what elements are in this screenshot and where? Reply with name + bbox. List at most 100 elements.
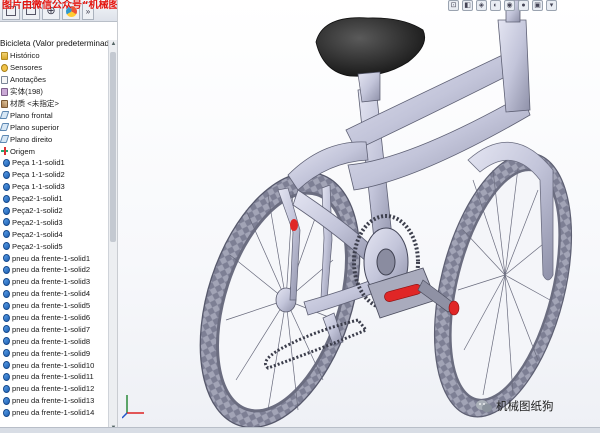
section-view-icon[interactable]: ◧: [462, 0, 473, 11]
tree-item[interactable]: Peça2-1-solid5: [0, 240, 108, 252]
tree-item[interactable]: pneu da frente-1-solid7: [0, 323, 108, 335]
solid-bodies-icon: [1, 87, 8, 96]
heads-up-toolbar[interactable]: ⊡ ◧ ◈ ◐ ◉ ● ▣ ▾: [448, 0, 568, 12]
tree-item-label: Peça2-1-solid5: [12, 241, 63, 251]
tree-item[interactable]: Plano direito: [0, 133, 108, 145]
tree-item[interactable]: pneu da frente-1-solid14: [0, 407, 108, 419]
tree-item-label: pneu da frente-1-solid8: [12, 336, 91, 346]
tree-item[interactable]: pneu da frente-1-solid9: [0, 347, 108, 359]
tree-item[interactable]: 材质 <未指定>: [0, 98, 108, 110]
tree-item[interactable]: pneu da frente-1-solid2: [0, 264, 108, 276]
feature-tree: Histórico Sensores Anotações 实体(198) 材质 <未指定…: [0, 50, 108, 433]
tree-item[interactable]: Histórico: [0, 50, 108, 62]
tree-item-label: 实体(198): [10, 87, 43, 97]
sensor-icon: [1, 63, 8, 72]
solidworks-window: ⊡ ◧ ◈ ◐ ◉ ● ▣ ▾ ⊕ » 图片由微信公众号“机械图纸狗”发布 Bi…: [0, 0, 600, 433]
display-style-icon[interactable]: ◐: [490, 0, 501, 11]
plane-icon: [0, 111, 10, 120]
saddle[interactable]: [315, 17, 426, 103]
body-icon: [3, 337, 10, 346]
tree-item[interactable]: Peça 1-1-solid3: [0, 181, 108, 193]
tree-item[interactable]: Peça2-1-solid2: [0, 205, 108, 217]
wechat-icon: [476, 399, 492, 412]
view-orientation-icon[interactable]: ◈: [476, 0, 487, 11]
feature-manager-panel: ⊕ » 图片由微信公众号“机械图纸狗”发布 Bicicleta (Valor p…: [0, 0, 118, 433]
scroll-up-arrow-icon[interactable]: ▲: [109, 40, 117, 49]
tree-item[interactable]: Anotações: [0, 74, 108, 86]
zoom-fit-icon[interactable]: ⊡: [448, 0, 459, 11]
tree-item-label: pneu da frente-1-solid13: [12, 396, 95, 406]
body-icon: [3, 230, 10, 239]
tree-item[interactable]: Plano frontal: [0, 109, 108, 121]
tree-item-label: Histórico: [10, 51, 40, 61]
body-icon: [3, 301, 10, 310]
tree-item[interactable]: pneu da frente-1-solid5: [0, 300, 108, 312]
body-icon: [3, 158, 10, 167]
tree-item[interactable]: pneu da frente-1-solid3: [0, 276, 108, 288]
tree-item[interactable]: pneu da frente-1-solid1: [0, 252, 108, 264]
scene-icon[interactable]: ▣: [532, 0, 543, 11]
tree-item-label: Sensores: [10, 63, 43, 73]
graphics-viewport[interactable]: ⊡ ◧ ◈ ◐ ◉ ● ▣ ▾: [118, 0, 600, 433]
tree-item-label: Peça 1-1-solid2: [12, 170, 65, 180]
tree-item-label: Peça2-1-solid4: [12, 229, 63, 239]
body-icon: [3, 277, 10, 286]
tree-item[interactable]: Plano superior: [0, 121, 108, 133]
bicycle-model[interactable]: [118, 0, 600, 433]
reflector: [290, 219, 298, 231]
tree-item-label: Peça2-1-solid2: [12, 206, 63, 216]
tree-item[interactable]: 实体(198): [0, 86, 108, 98]
hide-show-icon[interactable]: ◉: [504, 0, 515, 11]
origin-icon: [1, 147, 8, 156]
tree-item-label: pneu da frente-1-solid11: [12, 372, 94, 382]
tree-item[interactable]: pneu da frente-1-solid6: [0, 312, 108, 324]
tree-item-label: pneu da frente-1-solid9: [12, 348, 91, 358]
body-icon: [3, 218, 10, 227]
body-icon: [3, 408, 10, 417]
tree-item-label: Plano direito: [10, 134, 53, 144]
scroll-thumb[interactable]: [110, 52, 116, 242]
body-icon: [3, 206, 10, 215]
status-bar: [0, 427, 600, 433]
tree-root-label: Bicicleta (Valor predeterminado<<: [0, 39, 118, 48]
tree-item-label: pneu da frente-1-solid14: [12, 408, 95, 418]
tree-item[interactable]: Sensores: [0, 62, 108, 74]
tree-item-label: Plano superior: [10, 122, 59, 132]
tree-item[interactable]: Peça2-1-solid4: [0, 228, 108, 240]
body-icon: [3, 325, 10, 334]
body-icon: [3, 170, 10, 179]
tree-item-label: pneu da frente-1-solid2: [12, 265, 91, 275]
body-icon: [3, 349, 10, 358]
appearance-icon[interactable]: ●: [518, 0, 529, 11]
tree-item-label: pneu da frente-1-solid12: [12, 384, 95, 394]
tree-item[interactable]: Peça 1-1-solid2: [0, 169, 108, 181]
tree-item-label: pneu da frente-1-solid5: [12, 301, 91, 311]
body-icon: [3, 313, 10, 322]
tree-item[interactable]: Peça2-1-solid3: [0, 216, 108, 228]
tree-item-label: Anotações: [10, 75, 46, 85]
tree-item[interactable]: pneu da frente-1-solid12: [0, 383, 108, 395]
material-icon: [1, 99, 8, 108]
rear-wheel[interactable]: [410, 139, 596, 431]
tree-item[interactable]: pneu da frente-1-solid8: [0, 335, 108, 347]
tree-item-label: Peça2-1-solid1: [12, 194, 63, 204]
body-icon: [3, 254, 10, 263]
tree-item-label: pneu da frente-1-solid1: [12, 253, 91, 263]
tree-item[interactable]: Peça2-1-solid1: [0, 193, 108, 205]
orientation-triad: [122, 395, 144, 419]
tree-item[interactable]: Peça 1-1-solid1: [0, 157, 108, 169]
tree-item[interactable]: Origem: [0, 145, 108, 157]
tree-item-label: pneu da frente-1-solid7: [12, 324, 91, 334]
view-settings-icon[interactable]: ▾: [546, 0, 557, 11]
tree-item-label: pneu da frente-1-solid10: [12, 360, 95, 370]
body-icon: [3, 182, 10, 191]
annotation-icon: [1, 75, 8, 84]
tree-scrollbar[interactable]: ▲ ▼: [108, 40, 117, 433]
tree-item[interactable]: pneu da frente-1-solid4: [0, 288, 108, 300]
tree-root-item[interactable]: Bicicleta (Valor predeterminado<<: [0, 38, 118, 50]
body-icon: [3, 265, 10, 274]
tree-item[interactable]: pneu da frente-1-solid11: [0, 371, 108, 383]
body-icon: [3, 289, 10, 298]
tree-item[interactable]: pneu da frente-1-solid10: [0, 359, 108, 371]
tree-item[interactable]: pneu da frente-1-solid13: [0, 395, 108, 407]
